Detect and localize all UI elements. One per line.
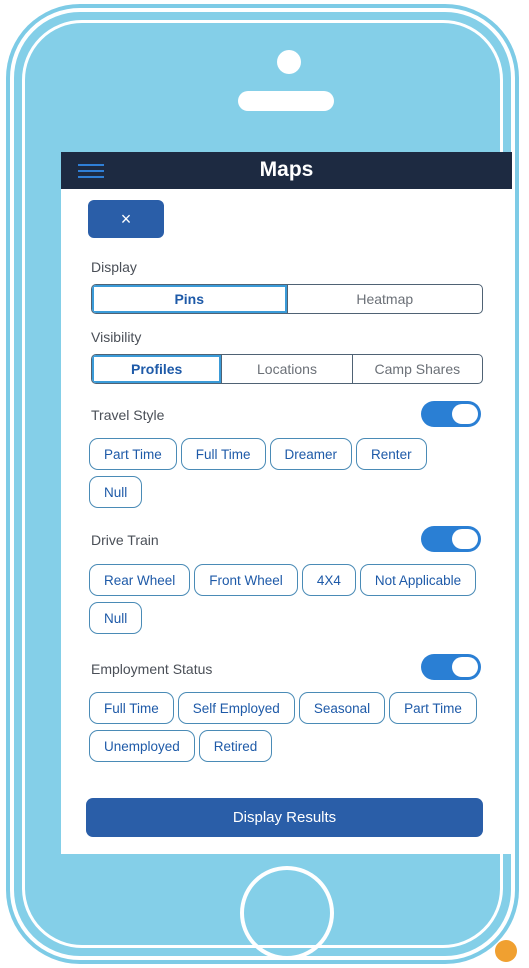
chip-null[interactable]: Null (89, 476, 143, 508)
chip-front-wheel[interactable]: Front Wheel (194, 564, 298, 596)
chip-part-time[interactable]: Part Time (89, 438, 177, 470)
display-option-pins[interactable]: Pins (92, 285, 288, 313)
drive-train-toggle[interactable] (421, 526, 481, 552)
chip-self-employed[interactable]: Self Employed (177, 692, 295, 724)
chip-renter[interactable]: Renter (356, 438, 427, 470)
corner-decoration (495, 940, 517, 962)
toggle-knob (452, 404, 478, 424)
travel-style-label: Travel Style (91, 407, 165, 423)
chip-4x4[interactable]: 4X4 (301, 564, 356, 596)
chip-seasonal[interactable]: Seasonal (298, 692, 386, 724)
chip-dreamer[interactable]: Dreamer (269, 438, 353, 470)
chip-null[interactable]: Null (89, 602, 143, 634)
employment-status-label: Employment Status (91, 661, 213, 677)
travel-style-toggle[interactable] (421, 401, 481, 427)
toggle-knob (452, 529, 478, 549)
camera-dot (277, 50, 301, 74)
chip-part-time[interactable]: Part Time (389, 692, 477, 724)
chip-unemployed[interactable]: Unemployed (89, 730, 195, 762)
app-screen: Maps × Display Pins Heatmap Visibility P… (61, 152, 512, 854)
visibility-label: Visibility (91, 329, 142, 345)
chip-retired[interactable]: Retired (198, 730, 273, 762)
toggle-knob (452, 657, 478, 677)
travel-style-chips: Part Time Full Time Dreamer Renter Null (89, 438, 479, 508)
close-button[interactable]: × (88, 200, 164, 238)
display-segmented-control: Pins Heatmap (91, 284, 483, 314)
chip-rear-wheel[interactable]: Rear Wheel (89, 564, 191, 596)
drive-train-chips: Rear Wheel Front Wheel 4X4 Not Applicabl… (89, 564, 479, 634)
page-title: Maps (259, 158, 314, 181)
employment-status-chips: Full Time Self Employed Seasonal Part Ti… (89, 692, 479, 762)
display-label: Display (91, 259, 137, 275)
display-results-button[interactable]: Display Results (86, 798, 483, 837)
chip-full-time[interactable]: Full Time (180, 438, 266, 470)
chip-not-applicable[interactable]: Not Applicable (359, 564, 477, 596)
visibility-segmented-control: Profiles Locations Camp Shares (91, 354, 483, 384)
chip-full-time[interactable]: Full Time (89, 692, 174, 724)
display-option-heatmap[interactable]: Heatmap (288, 285, 483, 313)
visibility-option-camp-shares[interactable]: Camp Shares (353, 355, 482, 383)
home-button[interactable] (240, 866, 334, 960)
employment-status-toggle[interactable] (421, 654, 481, 680)
phone-frame: Maps × Display Pins Heatmap Visibility P… (10, 8, 517, 962)
top-bar: Maps (61, 152, 512, 189)
drive-train-label: Drive Train (91, 532, 159, 548)
visibility-option-profiles[interactable]: Profiles (92, 355, 223, 383)
visibility-option-locations[interactable]: Locations (222, 355, 353, 383)
speaker-slot (238, 91, 334, 111)
